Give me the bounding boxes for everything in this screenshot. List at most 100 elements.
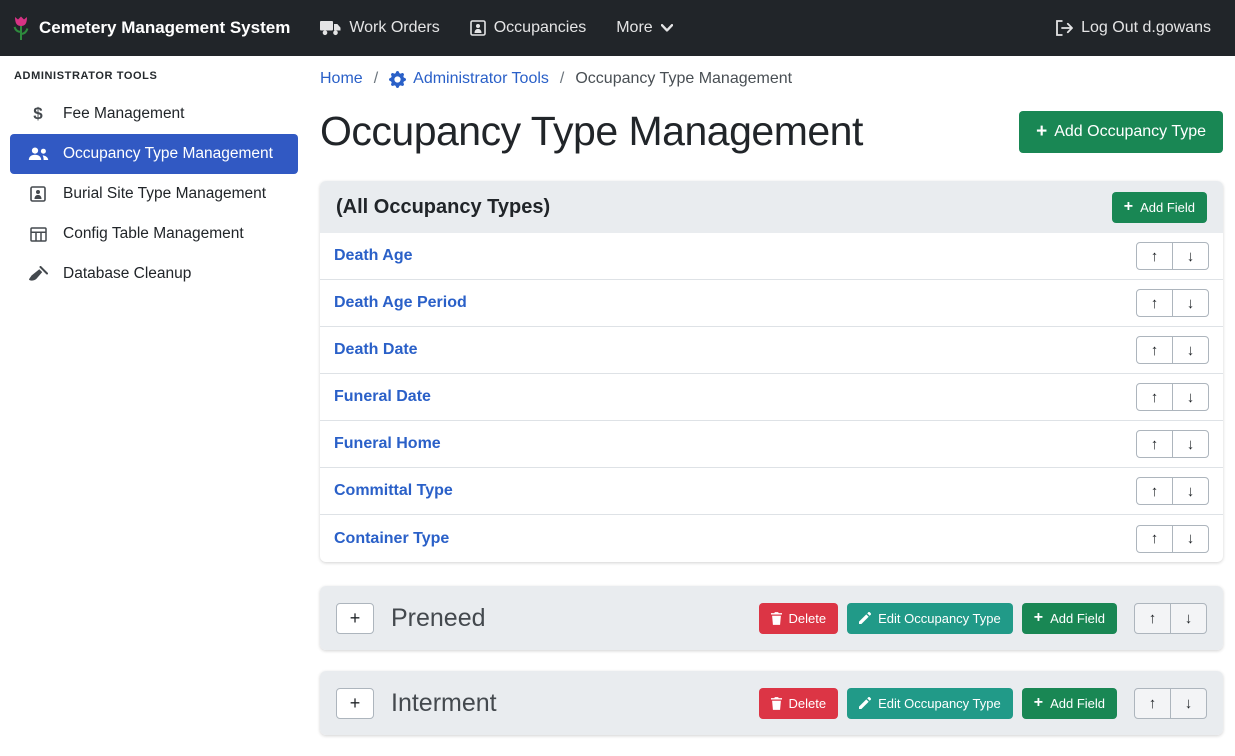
sidebar-item-label: Database Cleanup [63, 265, 191, 283]
sidebar-item-label: Fee Management [63, 105, 185, 123]
plus-icon: + [1036, 122, 1047, 141]
move-up-button[interactable]: ↑ [1136, 336, 1173, 364]
edit-label: Edit Occupancy Type [878, 611, 1001, 626]
app-brand[interactable]: Cemetery Management System [12, 15, 290, 42]
app-title: Cemetery Management System [39, 18, 290, 38]
arrow-down-icon: ↓ [1187, 389, 1195, 406]
page-title: Occupancy Type Management [320, 108, 863, 155]
field-link[interactable]: Death Age Period [334, 294, 467, 312]
sidebar-heading: ADMINISTRATOR TOOLS [0, 60, 308, 94]
sidebar-item-fee-management[interactable]: $ Fee Management [10, 94, 298, 134]
field-link[interactable]: Funeral Home [334, 435, 441, 453]
sidebar-item-occupancy-type-management[interactable]: Occupancy Type Management [10, 134, 298, 174]
move-down-button[interactable]: ↓ [1172, 242, 1209, 270]
nav-more-label: More [616, 19, 652, 37]
field-link[interactable]: Death Date [334, 341, 418, 359]
field-row: Death Date ↑ ↓ [320, 327, 1223, 374]
expand-section-button[interactable]: + [336, 688, 374, 719]
field-row: Container Type ↑ ↓ [320, 515, 1223, 562]
reorder-button-group: ↑ ↓ [1136, 383, 1209, 411]
gear-icon [389, 71, 406, 88]
move-up-button[interactable]: ↑ [1136, 525, 1173, 553]
delete-occupancy-type-button[interactable]: Delete [759, 688, 839, 719]
add-field-button[interactable]: + Add Field [1112, 192, 1207, 223]
dollar-icon: $ [26, 104, 50, 124]
section-title: Preneed [391, 604, 486, 633]
edit-label: Edit Occupancy Type [878, 696, 1001, 711]
move-up-button[interactable]: ↑ [1134, 688, 1171, 719]
field-row: Committal Type ↑ ↓ [320, 468, 1223, 515]
breadcrumb-separator: / [374, 70, 378, 88]
reorder-button-group: ↑ ↓ [1136, 289, 1209, 317]
arrow-down-icon: ↓ [1185, 610, 1193, 627]
broom-icon [26, 266, 50, 282]
navbar-links: Work Orders Occupancies More [320, 19, 672, 37]
arrow-down-icon: ↓ [1187, 248, 1195, 265]
field-link[interactable]: Committal Type [334, 482, 453, 500]
field-link[interactable]: Death Age [334, 247, 413, 265]
reorder-button-group: ↑ ↓ [1136, 430, 1209, 458]
arrow-down-icon: ↓ [1187, 483, 1195, 500]
nav-more[interactable]: More [616, 19, 672, 37]
move-up-button[interactable]: ↑ [1136, 289, 1173, 317]
occupancy-type-section-header: + Preneed Delete [320, 586, 1223, 650]
sidebar-item-database-cleanup[interactable]: Database Cleanup [10, 254, 298, 294]
expand-section-button[interactable]: + [336, 603, 374, 634]
person-booth-icon [26, 186, 50, 202]
move-down-button[interactable]: ↓ [1170, 688, 1207, 719]
field-link[interactable]: Funeral Date [334, 388, 431, 406]
move-up-button[interactable]: ↑ [1134, 603, 1171, 634]
section-actions: Delete Edit Occupancy Type + Add Field [759, 688, 1207, 719]
pencil-icon [859, 697, 871, 709]
move-down-button[interactable]: ↓ [1172, 336, 1209, 364]
add-field-label: Add Field [1050, 696, 1105, 711]
arrow-up-icon: ↑ [1151, 483, 1159, 500]
delete-occupancy-type-button[interactable]: Delete [759, 603, 839, 634]
breadcrumb-home-link[interactable]: Home [320, 70, 363, 88]
truck-icon [320, 20, 341, 36]
add-field-button[interactable]: + Add Field [1022, 688, 1117, 719]
logout-button[interactable]: Log Out d.gowans [1055, 19, 1211, 37]
field-link[interactable]: Container Type [334, 530, 449, 548]
nav-occupancies-label: Occupancies [494, 19, 587, 37]
move-up-button[interactable]: ↑ [1136, 477, 1173, 505]
add-field-button[interactable]: + Add Field [1022, 603, 1117, 634]
move-down-button[interactable]: ↓ [1172, 477, 1209, 505]
nav-occupancies[interactable]: Occupancies [470, 19, 587, 37]
breadcrumb: Home / Administrator Tools / Occupancy T… [320, 70, 1223, 88]
move-up-button[interactable]: ↑ [1136, 430, 1173, 458]
edit-occupancy-type-button[interactable]: Edit Occupancy Type [847, 603, 1013, 634]
breadcrumb-admin-tools-label: Administrator Tools [413, 70, 549, 88]
add-occupancy-type-button[interactable]: + Add Occupancy Type [1019, 111, 1223, 153]
top-navbar: Cemetery Management System Work Orders [0, 0, 1235, 56]
occupancy-type-section-header: + Interment Delete [320, 671, 1223, 735]
breadcrumb-admin-tools-link[interactable]: Administrator Tools [389, 70, 549, 88]
sidebar-item-label: Occupancy Type Management [63, 145, 273, 163]
section-title: Interment [391, 689, 497, 718]
trash-icon [771, 612, 782, 625]
reorder-button-group: ↑ ↓ [1136, 477, 1209, 505]
expand-icon: + [350, 693, 361, 713]
sidebar-item-config-table-management[interactable]: Config Table Management [10, 214, 298, 254]
move-down-button[interactable]: ↓ [1172, 525, 1209, 553]
move-down-button[interactable]: ↓ [1172, 289, 1209, 317]
add-field-label: Add Field [1140, 200, 1195, 215]
arrow-down-icon: ↓ [1187, 530, 1195, 547]
move-down-button[interactable]: ↓ [1170, 603, 1207, 634]
move-down-button[interactable]: ↓ [1172, 383, 1209, 411]
edit-occupancy-type-button[interactable]: Edit Occupancy Type [847, 688, 1013, 719]
logout-label: Log Out d.gowans [1081, 19, 1211, 37]
add-field-label: Add Field [1050, 611, 1105, 626]
all-occupancy-types-card: (All Occupancy Types) + Add Field Death … [320, 181, 1223, 562]
move-down-button[interactable]: ↓ [1172, 430, 1209, 458]
move-up-button[interactable]: ↑ [1136, 383, 1173, 411]
chevron-down-icon [661, 24, 673, 32]
move-up-button[interactable]: ↑ [1136, 242, 1173, 270]
sidebar-item-burial-site-type-management[interactable]: Burial Site Type Management [10, 174, 298, 214]
arrow-up-icon: ↑ [1151, 342, 1159, 359]
nav-work-orders[interactable]: Work Orders [320, 19, 439, 37]
all-occupancy-types-header: (All Occupancy Types) + Add Field [320, 181, 1223, 233]
person-booth-icon [470, 20, 486, 36]
plus-icon: + [1124, 199, 1133, 215]
reorder-button-group: ↑ ↓ [1134, 688, 1207, 719]
